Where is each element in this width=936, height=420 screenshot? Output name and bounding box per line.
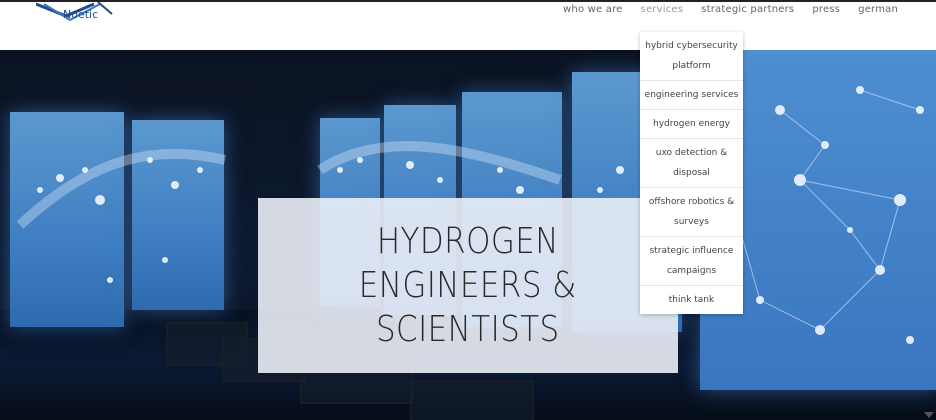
hero-section: HYDROGEN ENGINEERS & SCIENTISTS	[0, 50, 936, 420]
nav-services[interactable]: services	[641, 4, 684, 15]
nav-press[interactable]: press	[812, 4, 840, 15]
menu-item-strategic-influence-campaigns[interactable]: strategic influence campaigns	[640, 237, 743, 286]
logo-text[interactable]: Noetic	[63, 8, 98, 21]
nav-german[interactable]: german	[858, 4, 898, 15]
hero-text-box: HYDROGEN ENGINEERS & SCIENTISTS	[258, 198, 678, 373]
menu-item-offshore-robotics-surveys[interactable]: offshore robotics & surveys	[640, 188, 743, 237]
site-header: Noetic who we are services strategic par…	[0, 0, 936, 50]
display-table	[410, 380, 534, 420]
menu-item-hybrid-cybersecurity-platform[interactable]: hybrid cybersecurity platform	[640, 32, 743, 81]
hero-title-line-1: HYDROGEN	[376, 220, 560, 262]
menu-item-engineering-services[interactable]: engineering services	[640, 81, 743, 110]
menu-item-think-tank[interactable]: think tank	[640, 286, 743, 314]
nav-strategic-partners[interactable]: strategic partners	[701, 4, 794, 15]
hero-title-line-2: ENGINEERS &	[358, 264, 578, 306]
main-nav: who we are services strategic partners p…	[563, 2, 898, 16]
menu-item-uxo-detection-disposal[interactable]: uxo detection & disposal	[640, 139, 743, 188]
hero-title-line-3: SCIENTISTS	[376, 308, 560, 350]
scroll-down-arrow-icon[interactable]	[924, 412, 934, 418]
services-dropdown: hybrid cybersecurity platform engineerin…	[640, 32, 743, 314]
nav-who-we-are[interactable]: who we are	[563, 4, 623, 15]
menu-item-hydrogen-energy[interactable]: hydrogen energy	[640, 110, 743, 139]
